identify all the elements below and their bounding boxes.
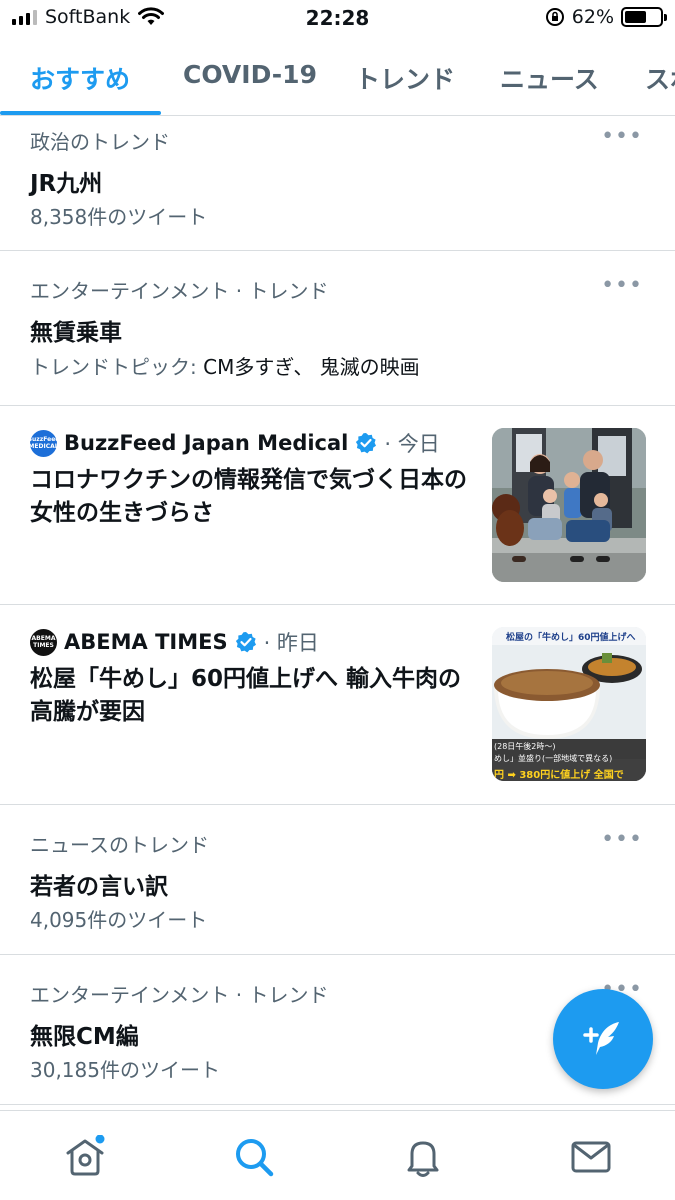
news-source-row: ABEMA TIMES ABEMA TIMES · 昨日 — [30, 627, 319, 657]
trend-topic-prefix: トレンドトピック: — [30, 355, 204, 379]
status-right: 62% — [545, 6, 667, 28]
news-thumbnail-family-photo[interactable] — [492, 428, 646, 582]
status-bar: SoftBank 22:28 62% — [0, 0, 675, 38]
compose-tweet-button[interactable] — [553, 989, 653, 1089]
orientation-lock-icon — [545, 8, 564, 26]
trend-item[interactable]: ニュースのトレンド 若者の言い訳 4,095件のツイート ••• — [0, 805, 675, 955]
compose-tweet-icon — [583, 1022, 619, 1055]
active-tab-indicator — [0, 111, 161, 115]
notification-dot — [95, 1134, 105, 1144]
trend-category: エンターテインメント · トレンド — [30, 279, 329, 303]
trend-item[interactable]: 政治のトレンド JR九州 8,358件のツイート ••• — [0, 116, 675, 251]
more-options-icon[interactable]: ••• — [601, 275, 643, 297]
home-icon — [66, 1134, 105, 1176]
verified-badge-icon — [356, 433, 377, 454]
trend-category: エンターテインメント · トレンド — [30, 983, 329, 1007]
messages-envelope-icon — [571, 1141, 611, 1173]
news-headline: コロナワクチンの情報発信で気づく日本の女性の生きづらさ — [30, 467, 467, 526]
news-headline: 松屋「牛めし」60円値上げへ 輸入牛肉の高騰が要因 — [30, 666, 462, 725]
thumb-caption: 松屋の「牛めし」60円値上げへ — [506, 633, 636, 643]
thumb-price-label: 円 ➡ 380円に値上げ 全国で — [494, 770, 624, 781]
more-options-icon[interactable]: ••• — [601, 829, 643, 851]
notifications-bell-icon — [407, 1141, 439, 1177]
tweet-count: 8,358件のツイート — [30, 205, 208, 229]
tab-sports[interactable]: スポ — [645, 60, 675, 96]
news-item[interactable]: ABEMA TIMES ABEMA TIMES · 昨日 松屋「牛めし」60円値… — [0, 605, 675, 805]
trend-item[interactable]: エンターテインメント · トレンド 無賃乗車 トレンドトピック: CM多すぎ、 … — [0, 251, 675, 406]
trend-name: 若者の言い訳 — [30, 874, 168, 900]
tab-news[interactable]: ニュース — [500, 60, 599, 96]
trend-name: JR九州 — [30, 171, 103, 197]
more-options-icon[interactable]: ••• — [601, 126, 643, 148]
news-thumbnail-gyudon[interactable]: 松屋の「牛めし」60円値上げへ (28日午後2時〜) めし」並盛り(一部地域で異… — [492, 627, 646, 781]
trend-topic-list: CM多すぎ、 鬼滅の映画 — [203, 355, 420, 379]
battery-icon — [621, 7, 667, 27]
news-source-name: ABEMA TIMES — [64, 630, 228, 654]
trend-name: 無限CM編 — [30, 1024, 139, 1050]
thumb-time-label: (28日午後2時〜) — [494, 742, 556, 751]
tweet-count: 4,095件のツイート — [30, 908, 208, 932]
trend-category: 政治のトレンド — [30, 130, 170, 154]
trend-name: 無賃乗車 — [30, 320, 122, 346]
trend-topics: トレンドトピック: CM多すぎ、 鬼滅の映画 — [30, 351, 420, 380]
search-icon — [236, 1139, 274, 1177]
explore-tabs: おすすめ COVID-19 トレンド ニュース スポ — [0, 40, 675, 116]
tab-covid-19[interactable]: COVID-19 — [183, 60, 317, 89]
news-time: · 昨日 — [263, 631, 319, 655]
battery-fill — [625, 11, 647, 23]
nav-search[interactable] — [232, 1135, 276, 1179]
nav-home[interactable] — [63, 1134, 107, 1179]
abema-times-logo: ABEMA TIMES — [30, 628, 57, 656]
bottom-navigation — [0, 1110, 675, 1200]
tab-trends[interactable]: トレンド — [355, 60, 455, 96]
news-source-row: BuzzFeed MEDICAL BuzzFeed Japan Medical … — [27, 428, 440, 458]
tweet-count: 30,185件のツイート — [30, 1058, 220, 1082]
battery-percent: 62% — [571, 6, 614, 28]
news-time: · 今日 — [384, 432, 440, 456]
thumb-size-label: めし」並盛り(一部地域で異なる) — [494, 754, 613, 763]
news-item[interactable]: BuzzFeed MEDICAL BuzzFeed Japan Medical … — [0, 406, 675, 605]
tab-recommended[interactable]: おすすめ — [30, 60, 130, 96]
verified-badge-icon — [235, 632, 256, 653]
trend-category: ニュースのトレンド — [30, 833, 209, 857]
nav-notifications[interactable] — [401, 1135, 445, 1179]
buzzfeed-logo: BuzzFeed MEDICAL — [27, 429, 60, 457]
news-source-name: BuzzFeed Japan Medical — [64, 431, 349, 455]
nav-messages[interactable] — [569, 1135, 613, 1179]
